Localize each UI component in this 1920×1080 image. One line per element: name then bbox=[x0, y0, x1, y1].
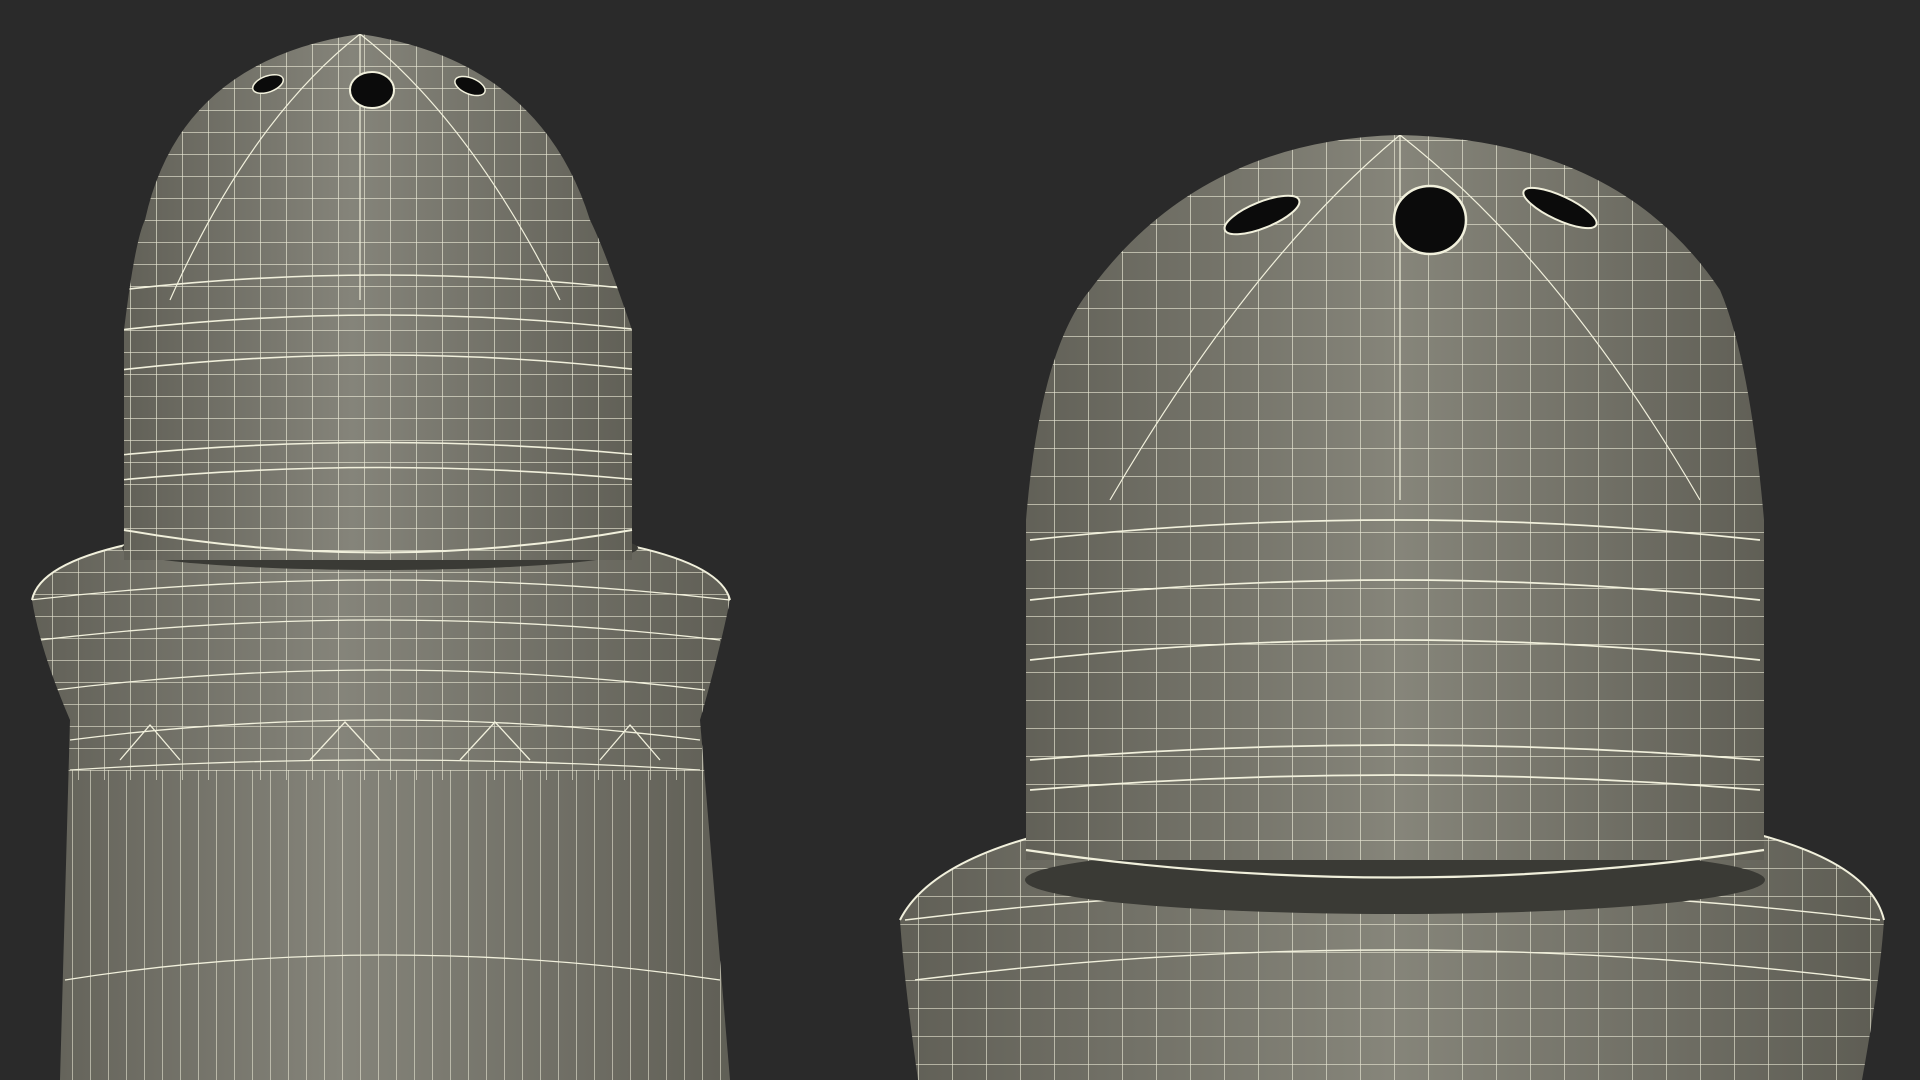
wireframe-render-viewport bbox=[0, 0, 1920, 1080]
pour-hole-icon bbox=[349, 71, 395, 109]
pour-hole-icon bbox=[1392, 184, 1468, 256]
